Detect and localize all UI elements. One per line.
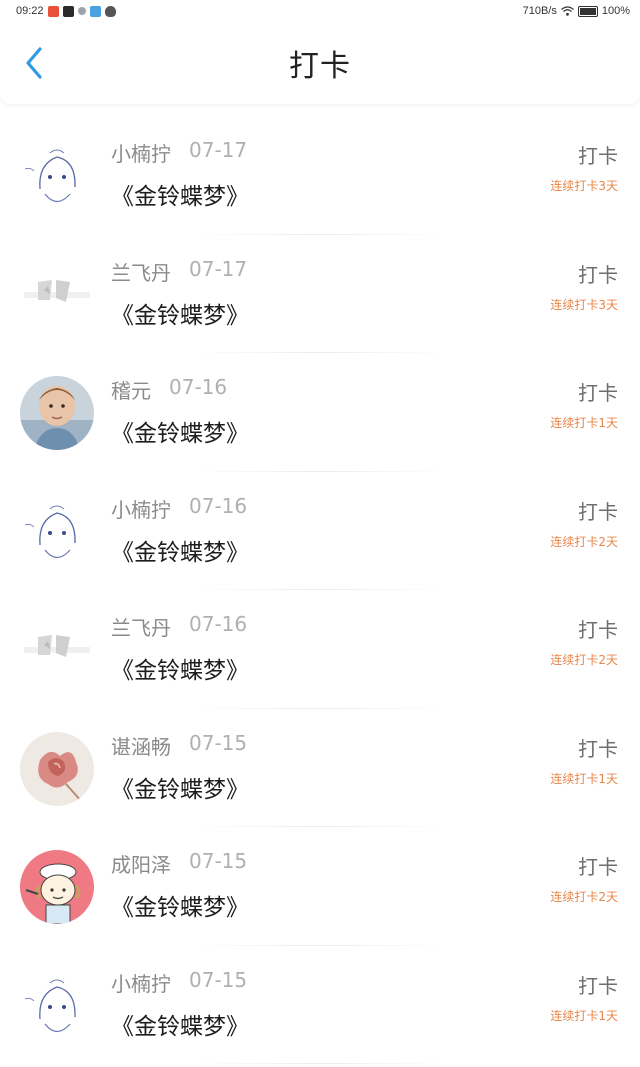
checkin-label: 打卡 xyxy=(578,855,618,879)
streak-label: 连续打卡2天 xyxy=(550,653,618,667)
checkin-label: 打卡 xyxy=(578,381,618,405)
user-name[interactable]: 成阳泽 xyxy=(111,849,171,878)
item-header: 成阳泽 07-15 xyxy=(111,849,249,878)
qq-icon xyxy=(104,5,116,17)
avatar[interactable] xyxy=(20,968,94,1043)
item-header: 兰飞丹 07-17 xyxy=(111,257,249,286)
list-item[interactable]: 兰飞丹 07-17 《金铃蝶梦》 打卡 连续打卡3天 xyxy=(0,235,640,353)
list-item[interactable]: 成阳泽 07-15 《金铃蝶梦》 打卡 连续打卡2天 xyxy=(0,827,640,946)
user-name[interactable]: 稽元 xyxy=(111,375,151,404)
battery-icon xyxy=(577,5,598,17)
book-title[interactable]: 《金铃蝶梦》 xyxy=(111,296,249,330)
item-meta: 兰飞丹 07-16 《金铃蝶梦》 xyxy=(111,612,249,685)
item-meta: 小楠拧 07-15 《金铃蝶梦》 xyxy=(111,968,249,1041)
checkin-date: 07-15 xyxy=(189,967,248,992)
streak-label: 连续打卡1天 xyxy=(550,416,618,430)
checkin-label: 打卡 xyxy=(578,262,618,287)
checkin-status: 打卡 连续打卡2天 xyxy=(550,496,618,550)
list-item[interactable]: 小楠拧 07-17 《金铃蝶梦》 打卡 连续打卡3天 xyxy=(0,116,640,235)
checkin-status: 打卡 连续打卡2天 xyxy=(550,851,618,905)
streak-label: 连续打卡2天 xyxy=(550,534,618,549)
user-name[interactable]: 谌涵畅 xyxy=(111,731,171,760)
list-item[interactable]: 小楠拧 07-15 《金铃蝶梦》 打卡 连续打卡1天 xyxy=(0,946,640,1064)
checkin-status: 打卡 连续打卡1天 xyxy=(550,377,618,431)
streak-label: 连续打卡1天 xyxy=(550,1008,618,1023)
user-name[interactable]: 小楠拧 xyxy=(111,968,171,997)
streak-label: 连续打卡1天 xyxy=(550,771,618,786)
avatar[interactable] xyxy=(20,731,94,806)
book-title[interactable]: 《金铃蝶梦》 xyxy=(111,1007,249,1041)
item-meta: 兰飞丹 07-17 《金铃蝶梦》 xyxy=(111,257,249,330)
streak-label: 连续打卡3天 xyxy=(550,179,618,193)
notification-icon xyxy=(89,5,101,17)
page-title: 打卡 xyxy=(289,49,351,84)
header: 打卡 xyxy=(0,22,640,104)
status-bar: 09:22 710B/s 100% xyxy=(0,0,640,22)
notification-icon xyxy=(62,5,74,17)
user-name[interactable]: 小楠拧 xyxy=(111,494,171,523)
item-header: 兰飞丹 07-16 xyxy=(111,612,249,641)
item-header: 小楠拧 07-16 xyxy=(111,494,249,523)
list-item[interactable]: 小楠拧 07-16 《金铃蝶梦》 打卡 连续打卡2天 xyxy=(0,472,640,590)
checkin-date: 07-16 xyxy=(189,612,248,636)
item-header: 小楠拧 07-17 xyxy=(111,138,249,167)
list-item[interactable]: 稽元 07-16 《金铃蝶梦》 打卡 连续打卡1天 xyxy=(0,353,640,472)
notification-icon xyxy=(47,5,59,17)
book-title[interactable]: 《金铃蝶梦》 xyxy=(111,533,249,567)
checkin-label: 打卡 xyxy=(578,736,618,761)
list-item[interactable]: 谌涵畅 07-15 《金铃蝶梦》 打卡 连续打卡1天 xyxy=(0,709,640,827)
avatar[interactable] xyxy=(20,257,94,332)
checkin-label: 打卡 xyxy=(578,499,618,524)
item-meta: 稽元 07-16 《金铃蝶梦》 xyxy=(111,375,249,448)
checkin-status: 打卡 连续打卡2天 xyxy=(550,614,618,668)
checkin-status: 打卡 连续打卡3天 xyxy=(550,259,618,313)
item-meta: 小楠拧 07-17 《金铃蝶梦》 xyxy=(111,138,249,211)
book-title[interactable]: 《金铃蝶梦》 xyxy=(111,414,249,448)
book-title[interactable]: 《金铃蝶梦》 xyxy=(111,888,249,922)
avatar[interactable] xyxy=(20,613,94,687)
user-name[interactable]: 兰飞丹 xyxy=(111,257,171,286)
checkin-status: 打卡 连续打卡1天 xyxy=(550,733,618,787)
checkin-label: 打卡 xyxy=(578,144,618,168)
notification-icon xyxy=(77,7,86,15)
item-meta: 成阳泽 07-15 《金铃蝶梦》 xyxy=(111,849,249,922)
back-button[interactable] xyxy=(20,45,48,81)
streak-label: 连续打卡3天 xyxy=(550,297,618,312)
checkin-date: 07-17 xyxy=(189,138,248,162)
item-header: 谌涵畅 07-15 xyxy=(111,731,249,760)
checkin-date: 07-16 xyxy=(189,493,248,518)
checkin-date: 07-15 xyxy=(189,730,248,755)
status-time: 09:22 xyxy=(16,5,44,17)
book-title[interactable]: 《金铃蝶梦》 xyxy=(111,177,249,211)
checkin-label: 打卡 xyxy=(578,973,618,998)
divider xyxy=(190,1063,450,1064)
item-header: 稽元 07-16 xyxy=(111,375,249,404)
status-left: 09:22 xyxy=(16,5,116,17)
battery-level: 100% xyxy=(601,5,630,17)
item-meta: 小楠拧 07-16 《金铃蝶梦》 xyxy=(111,494,249,567)
avatar[interactable] xyxy=(20,139,94,213)
checkin-date: 07-17 xyxy=(189,256,248,281)
checkin-date: 07-15 xyxy=(189,849,248,873)
chevron-left-icon xyxy=(26,47,42,79)
checkin-status: 打卡 连续打卡1天 xyxy=(550,970,618,1024)
item-meta: 谌涵畅 07-15 《金铃蝶梦》 xyxy=(111,731,249,804)
item-header: 小楠拧 07-15 xyxy=(111,968,249,997)
avatar[interactable] xyxy=(20,494,94,569)
checkin-list: 小楠拧 07-17 《金铃蝶梦》 打卡 连续打卡3天 兰飞丹 07-17 《金铃… xyxy=(0,104,640,1064)
checkin-status: 打卡 连续打卡3天 xyxy=(550,140,618,194)
list-item[interactable]: 兰飞丹 07-16 《金铃蝶梦》 打卡 连续打卡2天 xyxy=(0,590,640,709)
checkin-date: 07-16 xyxy=(169,375,228,399)
network-speed: 710B/s xyxy=(522,5,557,17)
book-title[interactable]: 《金铃蝶梦》 xyxy=(111,651,249,685)
status-right: 710B/s 100% xyxy=(523,5,630,17)
avatar[interactable] xyxy=(20,376,94,450)
wifi-icon xyxy=(560,6,574,16)
book-title[interactable]: 《金铃蝶梦》 xyxy=(111,770,249,804)
user-name[interactable]: 小楠拧 xyxy=(111,138,171,167)
checkin-label: 打卡 xyxy=(578,618,618,642)
avatar[interactable] xyxy=(20,850,94,924)
streak-label: 连续打卡2天 xyxy=(550,890,618,904)
user-name[interactable]: 兰飞丹 xyxy=(111,612,171,641)
